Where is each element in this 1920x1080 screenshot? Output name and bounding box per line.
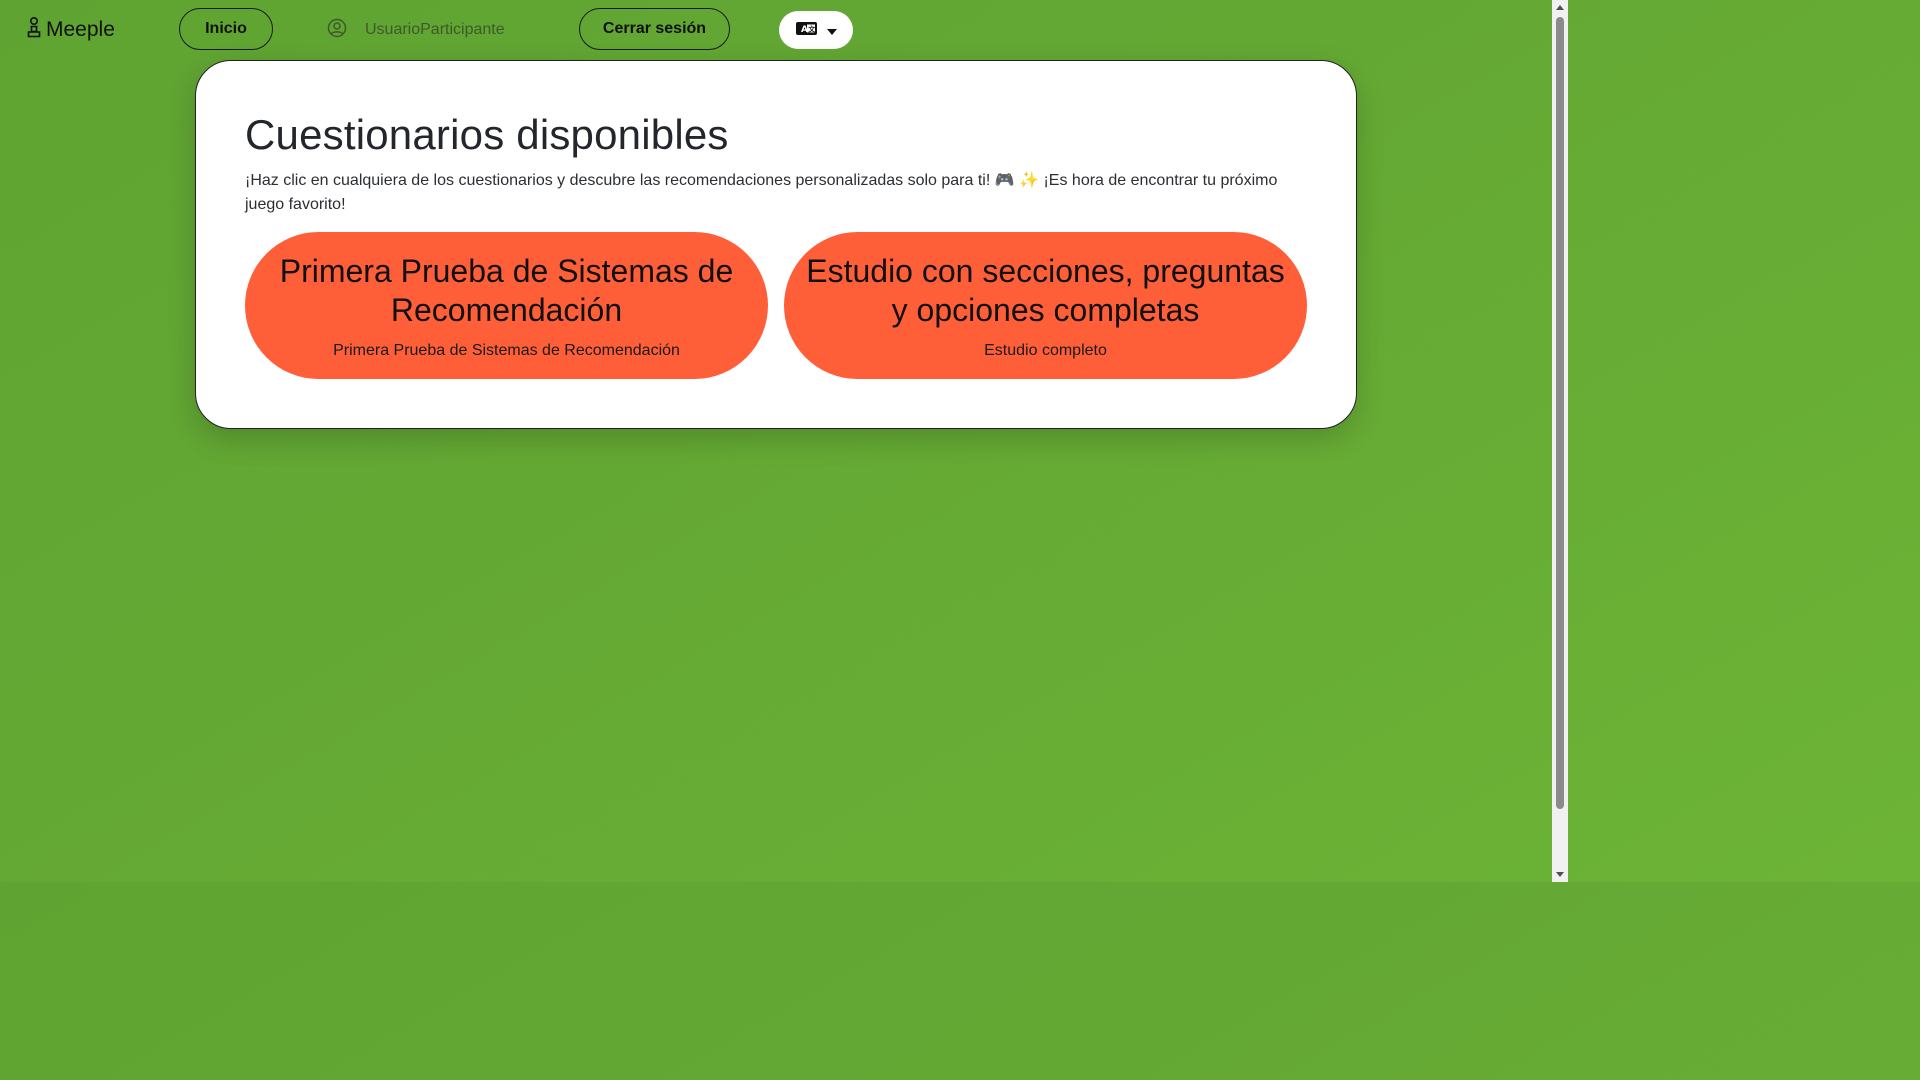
svg-text:A: A <box>801 25 808 35</box>
scroll-up-arrow-icon[interactable] <box>1556 5 1564 10</box>
quizzes-card: Cuestionarios disponibles ¡Haz clic en c… <box>195 60 1357 429</box>
scrollbar-thumb[interactable] <box>1556 17 1564 809</box>
quiz-card-button[interactable]: Primera Prueba de Sistemas de Recomendac… <box>245 232 768 379</box>
top-navbar: Meeple Inicio UsuarioParticipante Cerrar… <box>0 0 1552 58</box>
quiz-description: Primera Prueba de Sistemas de Recomendac… <box>333 341 680 359</box>
vertical-scrollbar[interactable] <box>1552 0 1568 882</box>
translate-icon: A 文 <box>795 22 817 38</box>
user-circle-icon <box>327 18 347 43</box>
home-button[interactable]: Inicio <box>179 8 273 50</box>
scroll-down-arrow-icon[interactable] <box>1556 872 1564 877</box>
svg-text:文: 文 <box>808 25 816 34</box>
page-subtitle: ¡Haz clic en cualquiera de los cuestiona… <box>245 172 1278 213</box>
caret-down-icon <box>826 23 837 38</box>
username-label: UsuarioParticipante <box>365 21 505 38</box>
logout-button[interactable]: Cerrar sesión <box>579 8 730 50</box>
brand-logo[interactable]: Meeple <box>26 16 115 44</box>
quiz-card-button[interactable]: Estudio con secciones, preguntas y opcio… <box>784 232 1307 379</box>
page-title: Cuestionarios disponibles <box>245 111 729 158</box>
language-dropdown-button[interactable]: A 文 <box>779 11 853 49</box>
quiz-title: Estudio con secciones, preguntas y opcio… <box>806 252 1285 328</box>
quiz-title: Primera Prueba de Sistemas de Recomendac… <box>279 252 734 328</box>
quiz-description: Estudio completo <box>984 341 1107 359</box>
meeple-icon <box>26 16 42 44</box>
user-info: UsuarioParticipante <box>327 18 505 42</box>
brand-name: Meeple <box>46 18 115 41</box>
